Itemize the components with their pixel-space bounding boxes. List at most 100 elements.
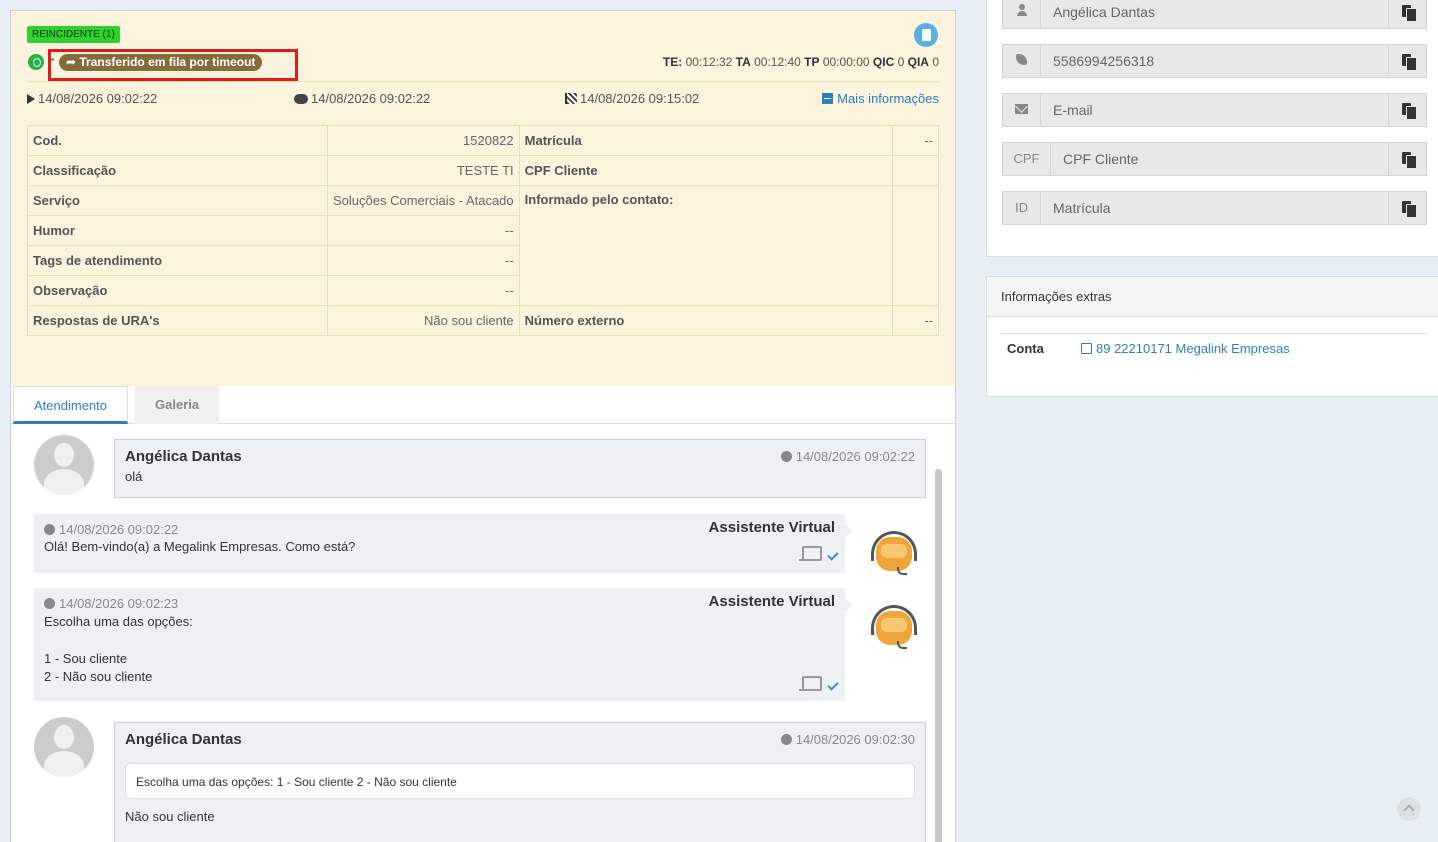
value-numero-externo: -- [892, 305, 939, 336]
start-time: 14/08/2026 09:02:22 [27, 91, 157, 106]
value-informado [892, 185, 939, 306]
chat-icon [294, 94, 308, 104]
whatsapp-icon [28, 54, 44, 70]
tab-bar: Atendimento Galeria [11, 386, 955, 424]
start-time-value: 14/08/2026 09:02:22 [38, 91, 158, 106]
extra-info-panel: Informações extras Conta 89 22210171 Meg… [986, 276, 1438, 397]
clock-icon [780, 451, 792, 462]
scrollbar[interactable] [935, 469, 942, 842]
clock-icon [44, 524, 55, 535]
label-observacao: Observação [27, 275, 328, 306]
scroll-to-top-button[interactable] [1397, 797, 1421, 821]
extra-info-row: Conta 89 22210171 Megalink Empresas [1001, 333, 1427, 363]
message-time-value: 14/08/2026 09:02:30 [795, 732, 915, 747]
contact-phone-value: 5586994256318 [1053, 53, 1155, 69]
clock-icon [780, 734, 792, 745]
play-icon [27, 94, 35, 104]
bot-avatar-icon [869, 529, 919, 579]
mail-icon [1003, 94, 1041, 126]
clock-icon [44, 598, 55, 609]
message-list: Angélica Dantas 14/08/2026 09:02:22 olá … [11, 425, 955, 842]
account-link[interactable]: 89 22210171 Megalink Empresas [1081, 334, 1290, 364]
contact-cpf-field[interactable]: CPF CPF Cliente [1002, 142, 1427, 176]
tab-galeria[interactable]: Galeria [135, 386, 220, 424]
copy-icon[interactable] [1388, 192, 1426, 224]
copy-icon[interactable] [1388, 0, 1426, 28]
contact-email-field[interactable]: E-mail [1002, 93, 1427, 127]
te-value: 00:12:32 [685, 55, 733, 69]
contact-cpf-placeholder: CPF Cliente [1063, 151, 1139, 167]
label-servico: Serviço [27, 185, 328, 216]
copy-icon[interactable] [1388, 143, 1426, 175]
contact-id-placeholder: Matrícula [1053, 200, 1111, 216]
message-bot: 14/08/2026 09:02:23 Assistente Virtual E… [34, 588, 853, 701]
bot-avatar-icon [869, 603, 919, 653]
document-icon[interactable] [914, 23, 938, 47]
avatar [34, 435, 94, 495]
ticket-info-table: Cod. 1520822 Matrícula -- Classificação … [27, 125, 939, 336]
end-time: 14/08/2026 09:15:02 [565, 91, 699, 106]
message-text: Escolha uma das opções: 1 - Sou cliente … [44, 613, 835, 687]
message-time-value: 14/08/2026 09:02:22 [59, 522, 179, 537]
ta-value: 00:12:40 [754, 55, 801, 69]
message-time-value: 14/08/2026 09:02:23 [59, 596, 179, 611]
qic-value: 0 [897, 55, 905, 69]
copy-icon[interactable] [1388, 94, 1426, 126]
te-label: TE: [662, 55, 683, 69]
value-cod: 1520822 [327, 125, 520, 156]
ticket-header: REINCIDENTE (1) ➦ Transferido em fila po… [11, 11, 955, 386]
cpf-addon: CPF [1003, 143, 1051, 175]
message-line: 1 - Sou cliente [44, 650, 128, 666]
laptop-icon [799, 546, 822, 562]
value-matricula: -- [892, 125, 939, 156]
value-classificacao: TESTE TI [327, 155, 520, 186]
message-line-blank [44, 632, 835, 650]
contact-name-field[interactable]: Angélica Dantas [1002, 0, 1427, 29]
message-time: 14/08/2026 09:02:30 [780, 732, 915, 747]
more-info-link[interactable]: Mais informações [822, 91, 939, 106]
copy-icon[interactable] [1388, 45, 1426, 77]
laptop-icon [799, 676, 822, 692]
label-classificacao: Classificação [27, 155, 328, 186]
flag-icon [565, 93, 577, 104]
external-link-icon [1081, 343, 1092, 354]
account-value: 89 22210171 Megalink Empresas [1096, 341, 1290, 356]
message-text: olá [125, 469, 143, 484]
value-humor: -- [327, 215, 520, 246]
sender-name: Assistente Virtual [708, 519, 835, 536]
phone-icon [1003, 45, 1041, 77]
message-text: Olá! Bem-vindo(a) a Megalink Empresas. C… [44, 539, 356, 554]
qic-label: QIC [872, 55, 895, 69]
message-time: 14/08/2026 09:02:22 [780, 449, 915, 464]
label-cpf-cliente: CPF Cliente [518, 155, 894, 186]
time-metrics: TE: 00:12:32 TA 00:12:40 TP 00:00:00 QIC… [663, 55, 939, 69]
id-addon: ID [1003, 192, 1041, 224]
contact-id-field[interactable]: ID Matrícula [1002, 191, 1427, 225]
ta-label: TA [735, 55, 751, 69]
label-respostas-ura: Respostas de URA's [27, 305, 328, 336]
label-matricula: Matrícula [518, 125, 894, 156]
contact-phone-field[interactable]: 5586994256318 [1002, 44, 1427, 78]
end-time-value: 14/08/2026 09:15:02 [580, 91, 700, 106]
label-numero-externo: Número externo [518, 305, 894, 336]
contact-panel: Angélica Dantas 5586994256318 E-mail CPF… [986, 0, 1438, 257]
value-observacao: -- [327, 275, 520, 306]
collapse-icon [822, 93, 834, 104]
tab-atendimento[interactable]: Atendimento [13, 386, 128, 424]
value-cpf-cliente [892, 155, 939, 186]
contact-email-placeholder: E-mail [1053, 102, 1093, 118]
chat-time-value: 14/08/2026 09:02:22 [311, 91, 431, 106]
label-tags: Tags de atendimento [27, 245, 328, 276]
extra-info-title: Informações extras [987, 277, 1438, 317]
label-cod: Cod. [27, 125, 328, 156]
person-icon [1003, 0, 1041, 28]
message-customer: Angélica Dantas 14/08/2026 09:02:30 Esco… [114, 722, 926, 842]
value-respostas-ura: Não sou cliente [327, 305, 520, 336]
message-customer: Angélica Dantas 14/08/2026 09:02:22 olá [114, 439, 926, 498]
qia-value: 0 [932, 55, 939, 69]
message-line: Escolha uma das opções: [44, 614, 193, 629]
avatar [34, 717, 94, 777]
value-servico: Soluções Comerciais - Atacado [327, 185, 520, 216]
tp-value: 00:00:00 [822, 55, 870, 69]
highlight-box [48, 49, 298, 81]
